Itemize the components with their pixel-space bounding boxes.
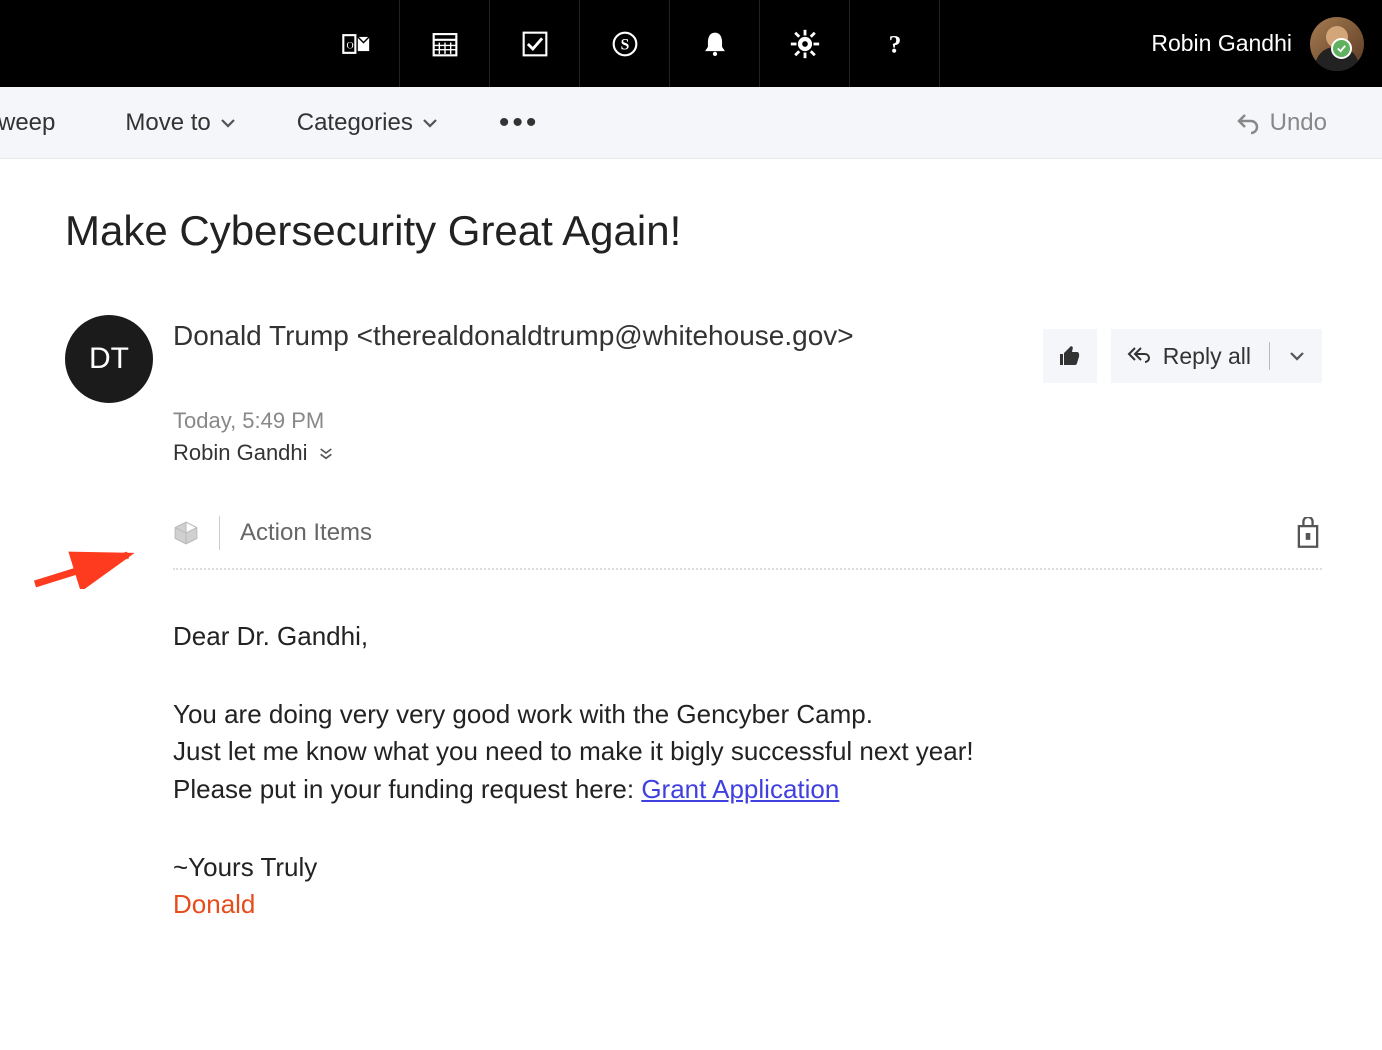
reply-all-label: Reply all xyxy=(1163,343,1251,370)
body-greeting: Dear Dr. Gandhi, xyxy=(173,618,1322,656)
chevron-down-icon xyxy=(219,114,237,132)
notifications-tile[interactable] xyxy=(670,0,760,87)
recipient-name: Robin Gandhi xyxy=(173,440,308,466)
app-launcher-row: O S ? xyxy=(310,0,940,87)
help-icon: ? xyxy=(878,27,912,61)
skype-app-tile[interactable]: S xyxy=(580,0,670,87)
grant-application-link[interactable]: Grant Application xyxy=(641,774,839,804)
divider xyxy=(219,516,220,550)
move-to-label: Move to xyxy=(125,109,210,137)
email-subject: Make Cybersecurity Great Again! xyxy=(65,207,1322,255)
outlook-icon: O xyxy=(338,27,372,61)
message-actions: Reply all xyxy=(1043,329,1322,383)
categories-menu[interactable]: Categories xyxy=(297,109,439,137)
undo-button[interactable]: Undo xyxy=(1236,109,1382,137)
email-body: Dear Dr. Gandhi, You are doing very very… xyxy=(173,618,1322,924)
expand-recipients-icon xyxy=(318,445,334,461)
sweep-button[interactable]: weep xyxy=(0,109,55,137)
checkbox-icon xyxy=(518,27,552,61)
calendar-app-tile[interactable] xyxy=(400,0,490,87)
avatar-wrapper[interactable] xyxy=(1310,17,1364,71)
username-label: Robin Gandhi xyxy=(1151,30,1292,57)
body-line2: Just let me know what you need to make i… xyxy=(173,733,1322,771)
action-items-label[interactable]: Action Items xyxy=(240,519,372,547)
help-tile[interactable]: ? xyxy=(850,0,940,87)
chevron-down-icon xyxy=(421,114,439,132)
categories-label: Categories xyxy=(297,109,413,137)
tasks-app-tile[interactable] xyxy=(490,0,580,87)
more-actions-button[interactable]: ••• xyxy=(499,108,540,138)
body-signature: Donald xyxy=(173,886,1322,924)
timestamp: Today, 5:49 PM xyxy=(173,408,1322,434)
store-icon[interactable] xyxy=(1294,517,1322,549)
divider xyxy=(1269,342,1270,370)
body-closing: ~Yours Truly xyxy=(173,849,1322,887)
user-area: Robin Gandhi xyxy=(1151,17,1382,71)
bell-icon xyxy=(698,27,732,61)
addin-icon xyxy=(173,520,199,546)
svg-text:O: O xyxy=(346,40,353,51)
svg-text:S: S xyxy=(620,36,629,53)
like-button[interactable] xyxy=(1043,329,1097,383)
annotation-arrow xyxy=(30,549,140,589)
undo-label: Undo xyxy=(1270,109,1327,137)
body-line3: Please put in your funding request here:… xyxy=(173,771,1322,809)
global-header: O S ? Robin Gandhi xyxy=(0,0,1382,87)
thumbs-up-icon xyxy=(1058,344,1082,368)
outlook-app-tile[interactable]: O xyxy=(310,0,400,87)
chevron-down-icon[interactable] xyxy=(1288,347,1306,365)
sender-avatar: DT xyxy=(65,315,153,403)
calendar-icon xyxy=(428,27,462,61)
action-items-bar: Action Items xyxy=(173,516,1322,570)
undo-icon xyxy=(1236,111,1260,135)
svg-text:?: ? xyxy=(888,29,901,58)
reply-all-button[interactable]: Reply all xyxy=(1111,329,1322,383)
recipient-row[interactable]: Robin Gandhi xyxy=(173,440,1322,466)
gear-icon xyxy=(788,27,822,61)
body-line1: You are doing very very good work with t… xyxy=(173,696,1322,734)
move-to-menu[interactable]: Move to xyxy=(125,109,236,137)
reply-all-icon xyxy=(1127,344,1151,368)
body-line3-prefix: Please put in your funding request here: xyxy=(173,774,641,804)
skype-icon: S xyxy=(608,27,642,61)
settings-tile[interactable] xyxy=(760,0,850,87)
presence-available-icon xyxy=(1331,38,1352,59)
reading-pane: Make Cybersecurity Great Again! DT Donal… xyxy=(0,159,1382,924)
message-toolbar: weep Move to Categories ••• Undo xyxy=(0,87,1382,159)
